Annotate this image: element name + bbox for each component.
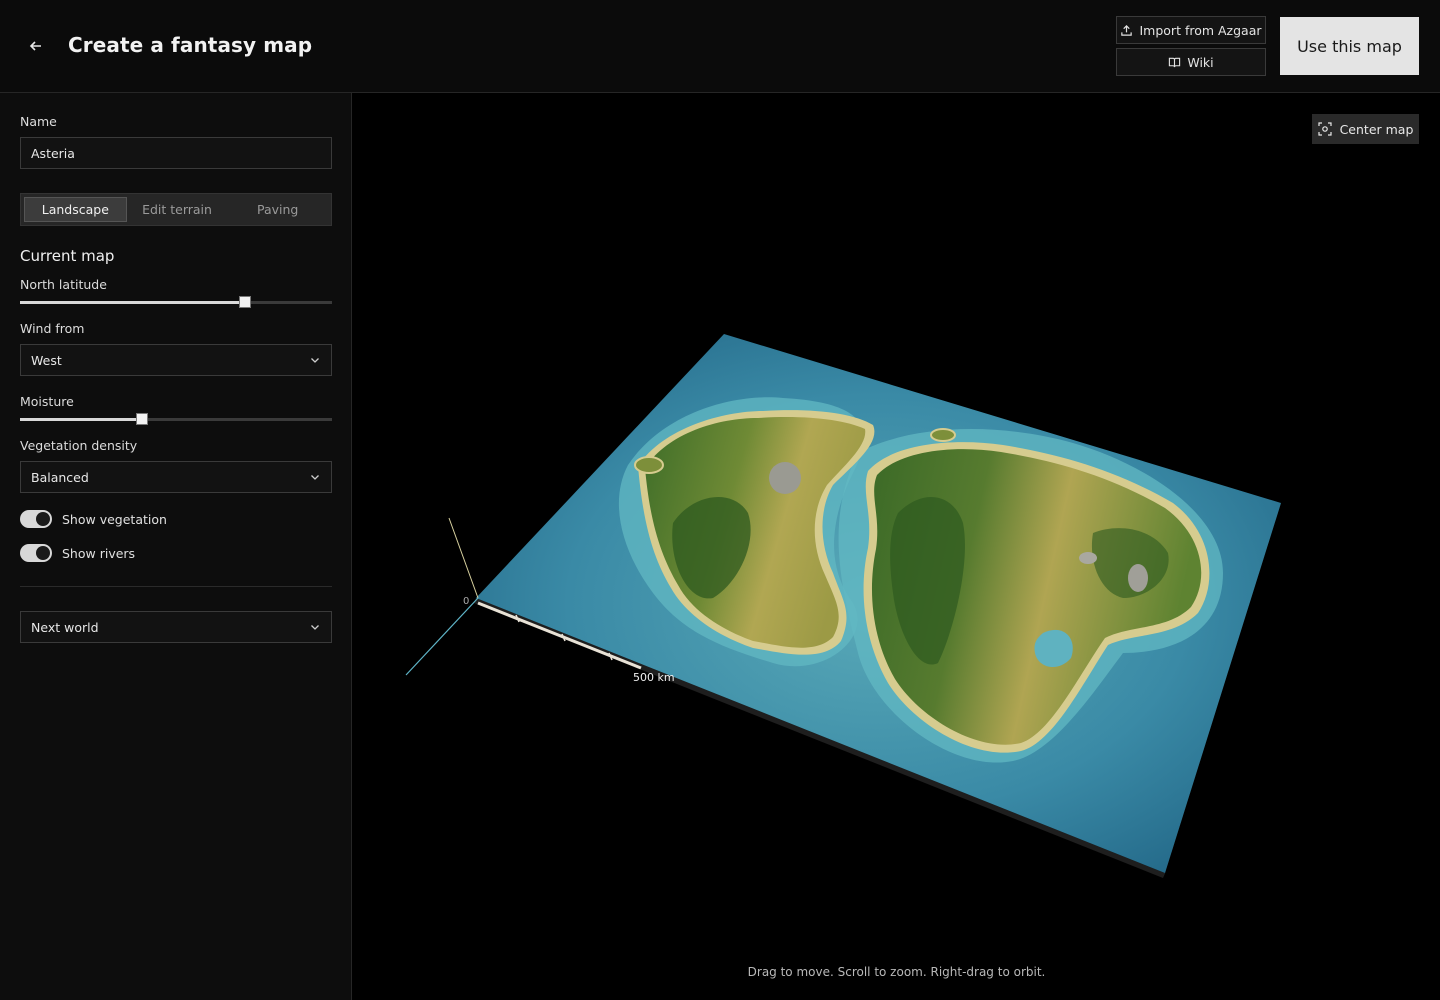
upload-icon: [1121, 24, 1133, 36]
moisture-label: Moisture: [20, 394, 74, 409]
chevron-down-icon: [311, 475, 319, 480]
show-rivers-label: Show rivers: [62, 545, 136, 561]
islet: [930, 428, 956, 442]
axis-line: [448, 517, 479, 599]
north-latitude-slider[interactable]: [20, 296, 332, 308]
tab-landscape[interactable]: Landscape: [24, 197, 127, 222]
axis-line: [405, 597, 479, 676]
use-this-map-button[interactable]: Use this map: [1280, 17, 1419, 75]
center-map-button[interactable]: Center map: [1312, 114, 1419, 144]
mountain: [1079, 552, 1097, 564]
settings-sidebar: Name Asteria Landscape Edit terrain Pavi…: [0, 93, 352, 1000]
name-label: Name: [20, 114, 57, 129]
wiki-label: Wiki: [1187, 54, 1214, 70]
chevron-down-icon: [311, 358, 319, 363]
show-rivers-toggle[interactable]: [20, 544, 52, 562]
slider-fill: [20, 301, 245, 304]
center-map-label: Center map: [1339, 121, 1414, 137]
scale-distance-label: 500 km: [633, 671, 675, 684]
show-rivers-row: Show rivers: [20, 543, 135, 563]
vegetation-density-label: Vegetation density: [20, 438, 138, 453]
book-icon: [1169, 57, 1181, 67]
islet: [634, 456, 664, 474]
wind-from-label: Wind from: [20, 321, 85, 336]
mountain: [1128, 564, 1148, 592]
vegetation-density-value: Balanced: [31, 469, 89, 485]
wind-from-select[interactable]: West: [20, 344, 332, 376]
tab-edit-terrain[interactable]: Edit terrain: [127, 197, 228, 222]
terrain-render: [405, 334, 1281, 878]
back-button[interactable]: [22, 32, 50, 60]
name-input[interactable]: Asteria: [20, 137, 332, 169]
toggle-knob: [36, 546, 50, 560]
slider-thumb[interactable]: [238, 296, 251, 308]
show-vegetation-toggle[interactable]: [20, 510, 52, 528]
toggle-knob: [36, 512, 50, 526]
mode-tabs: Landscape Edit terrain Paving: [20, 193, 332, 226]
next-world-select[interactable]: Next world: [20, 611, 332, 643]
name-value: Asteria: [31, 145, 75, 161]
show-vegetation-label: Show vegetation: [62, 511, 167, 527]
top-header: Create a fantasy map Import from Azgaar …: [0, 0, 1440, 93]
wind-from-value: West: [31, 352, 62, 368]
scale-zero-label: 0: [463, 596, 470, 607]
wiki-button[interactable]: Wiki: [1116, 48, 1266, 76]
vegetation-density-select[interactable]: Balanced: [20, 461, 332, 493]
map-viewport[interactable]: 0 500 km Center map Drag to move. Scroll…: [353, 93, 1440, 1000]
slider-thumb[interactable]: [135, 413, 148, 425]
focus-icon: [1317, 122, 1332, 136]
import-from-azgaar-button[interactable]: Import from Azgaar: [1116, 16, 1266, 44]
moisture-slider[interactable]: [20, 413, 332, 425]
import-label: Import from Azgaar: [1139, 22, 1262, 38]
arrow-left-icon: [29, 41, 41, 51]
mountain: [769, 462, 801, 494]
show-vegetation-row: Show vegetation: [20, 509, 167, 529]
tab-paving[interactable]: Paving: [227, 197, 328, 222]
slider-fill: [20, 418, 142, 421]
divider: [20, 586, 332, 587]
section-title: Current map: [20, 247, 115, 265]
page-title: Create a fantasy map: [68, 33, 313, 57]
navigation-hint: Drag to move. Scroll to zoom. Right-drag…: [747, 965, 1046, 979]
chevron-down-icon: [311, 625, 319, 630]
north-latitude-label: North latitude: [20, 277, 107, 292]
next-world-value: Next world: [31, 619, 99, 635]
